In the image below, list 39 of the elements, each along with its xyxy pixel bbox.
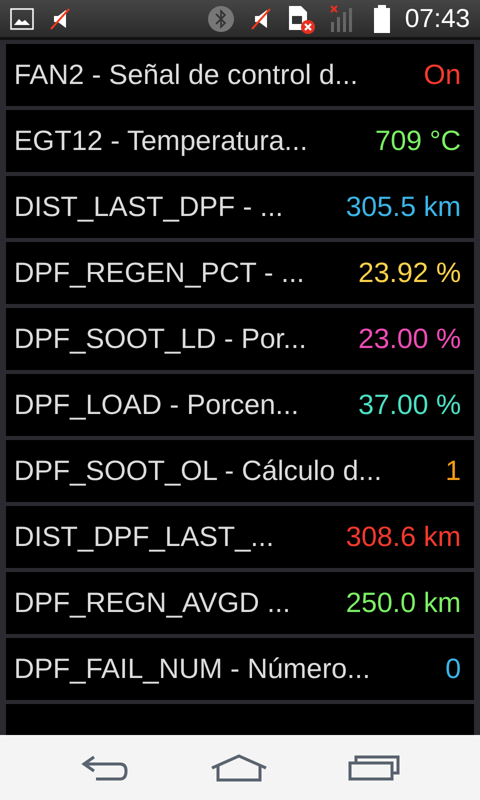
sensor-name: DPF_SOOT_OL - Cálculo d... (14, 455, 382, 487)
sensor-name: DPF_LOAD - Porcen... (14, 389, 299, 421)
sensor-name: DPF_FAIL_NUM - Número... (14, 653, 370, 685)
sensor-value: 0 (445, 653, 461, 685)
sensor-name: DIST_LAST_DPF - ... (14, 191, 284, 223)
sensor-value: On (424, 59, 461, 91)
reading-row[interactable]: DPF_REGEN_PCT - ... 23.92 % (6, 242, 474, 304)
reading-row[interactable]: DIST_DPF_LAST_... 308.6 km (6, 506, 474, 568)
home-icon[interactable] (210, 754, 268, 782)
battery-icon (372, 4, 391, 34)
picture-icon (10, 8, 34, 30)
reading-row[interactable]: DPF_REGN_AVGD ... 250.0 km (6, 572, 474, 634)
reading-row[interactable]: DPF_SOOT_LD - Por... 23.00 % (6, 308, 474, 370)
sensor-value: 37.00 % (358, 389, 461, 421)
recent-apps-icon[interactable] (348, 754, 400, 780)
sensor-name: EGT12 - Temperatura... (14, 125, 308, 157)
sensor-name: DIST_DPF_LAST_... (14, 521, 274, 553)
sensor-value: 308.6 km (346, 521, 461, 553)
clock-time: 07:43 (404, 3, 470, 34)
bluetooth-icon (206, 4, 235, 32)
muted-speaker-icon (48, 8, 72, 30)
sensor-name: DPF_REGEN_PCT - ... (14, 257, 304, 289)
sensor-name: FAN2 - Señal de control d... (14, 59, 358, 91)
sensor-name: DPF_SOOT_LD - Por... (14, 323, 307, 355)
reading-row[interactable]: EGT12 - Temperatura... 709 °C (6, 110, 474, 172)
reading-row[interactable]: DPF_SOOT_OL - Cálculo d... 1 (6, 440, 474, 502)
sensor-value: 709 °C (375, 125, 461, 157)
muted-speaker-icon (248, 8, 273, 30)
reading-row[interactable]: FAN2 - Señal de control d... On (6, 44, 474, 106)
reading-row[interactable]: DPF_LOAD - Porcen... 37.00 % (6, 374, 474, 436)
reading-row[interactable]: DPF_FAIL_NUM - Número... 0 (6, 638, 474, 700)
sensor-value: 305.5 km (346, 191, 461, 223)
sensor-value: 1 (445, 455, 461, 487)
sensor-value: 23.92 % (358, 257, 461, 289)
sensor-name: DPF_REGN_AVGD ... (14, 587, 290, 619)
sensor-value: 23.00 % (358, 323, 461, 355)
sensor-value: 250.0 km (346, 587, 461, 619)
sim-card-error-icon (286, 4, 315, 34)
reading-row[interactable]: DIST_LAST_DPF - ... 305.5 km (6, 176, 474, 238)
